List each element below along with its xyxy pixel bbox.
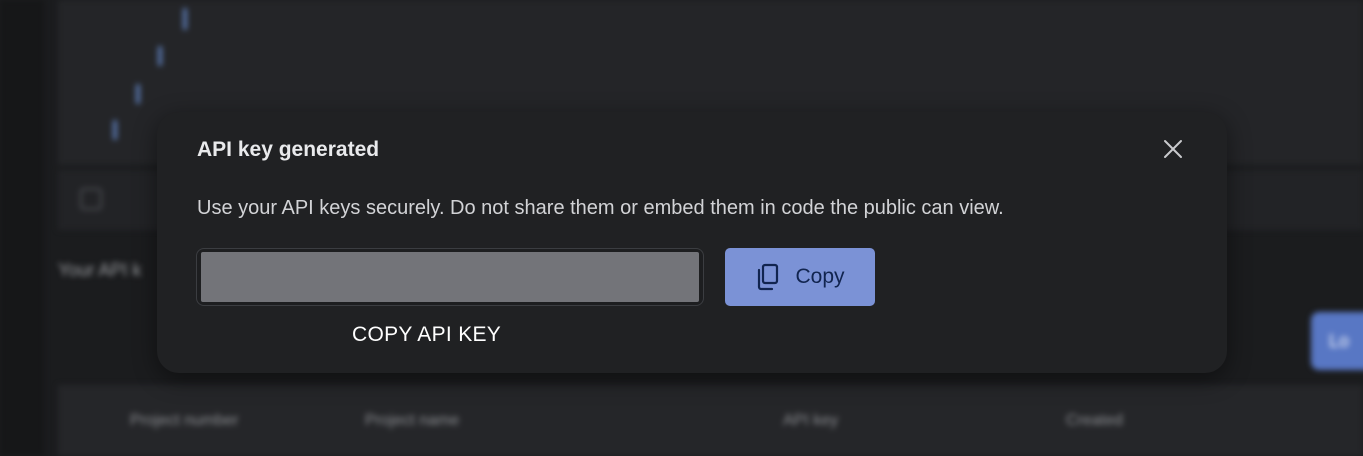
copy-icon bbox=[80, 188, 102, 210]
column-header-project-name: Project name bbox=[365, 412, 460, 429]
close-button[interactable] bbox=[1158, 134, 1188, 164]
create-key-button: Lo bbox=[1311, 312, 1363, 370]
copy-button-label: Copy bbox=[795, 265, 845, 288]
dialog-description: Use your API keys securely. Do not share… bbox=[197, 197, 1004, 219]
copy-icon bbox=[755, 263, 781, 291]
section-title: Your API k bbox=[58, 260, 142, 280]
screen: Your API k Lo Project number Project nam… bbox=[0, 0, 1363, 456]
left-sidebar bbox=[0, 0, 44, 456]
column-header-project-number: Project number bbox=[130, 412, 239, 429]
column-header-api-key: API key bbox=[783, 412, 839, 429]
chart-bar bbox=[136, 84, 140, 104]
chart-bar bbox=[113, 120, 117, 140]
chart-bar bbox=[183, 8, 187, 30]
api-key-field[interactable] bbox=[196, 248, 704, 306]
api-key-value[interactable] bbox=[201, 252, 699, 302]
column-header-created: Created bbox=[1066, 412, 1123, 429]
api-key-dialog: API key generated Use your API keys secu… bbox=[157, 112, 1227, 373]
keys-table-header bbox=[58, 385, 1363, 456]
dialog-title: API key generated bbox=[197, 138, 380, 161]
close-icon bbox=[1162, 138, 1184, 160]
copy-api-key-caption: COPY API KEY bbox=[352, 323, 502, 346]
copy-button[interactable]: Copy bbox=[725, 248, 875, 306]
chart-bar bbox=[158, 46, 162, 66]
